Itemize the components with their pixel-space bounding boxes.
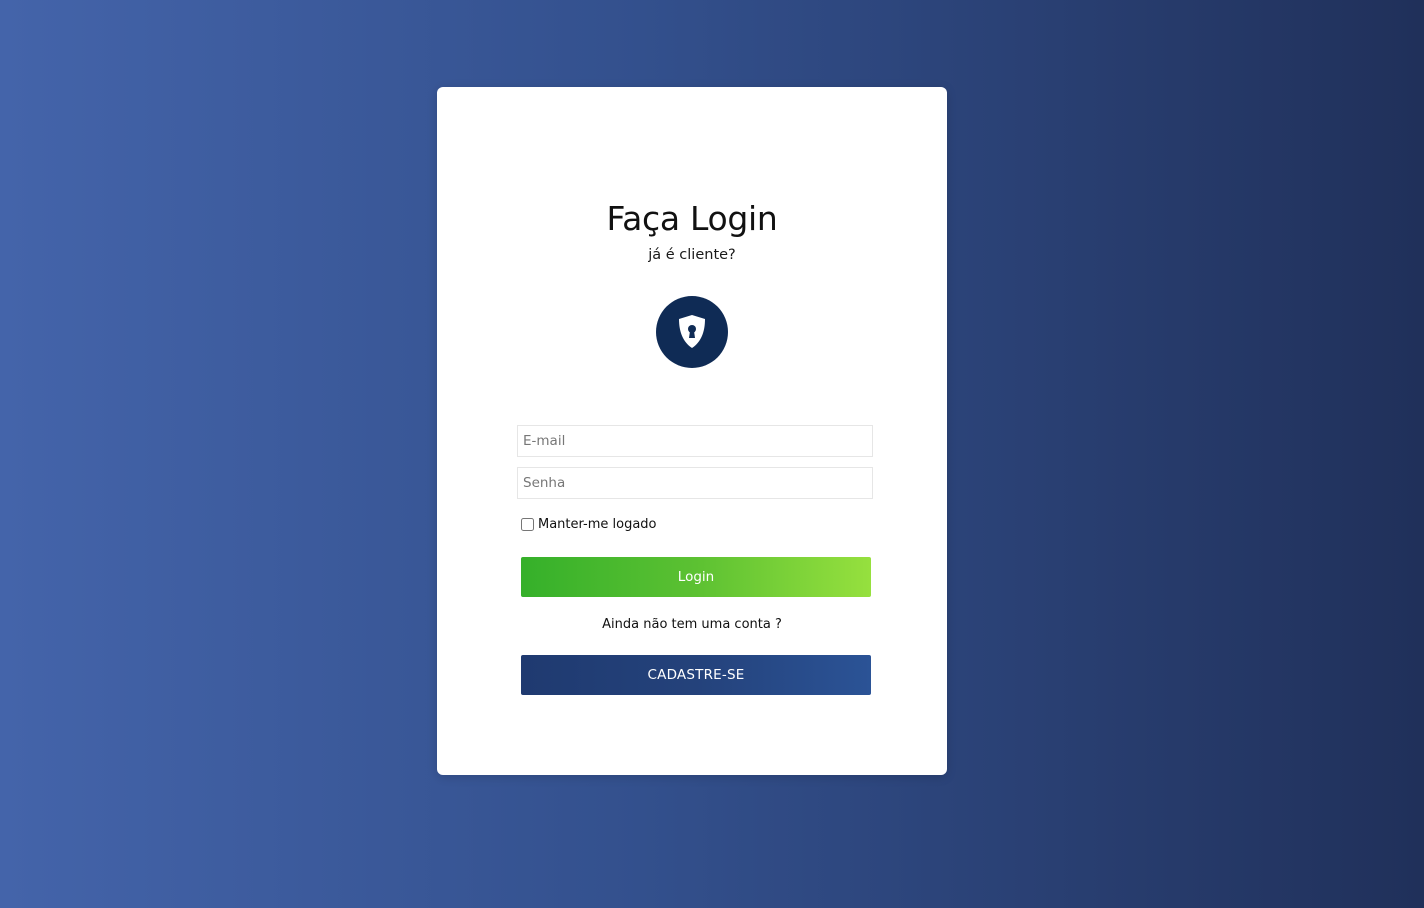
email-field[interactable]	[517, 425, 873, 457]
remember-me-checkbox[interactable]	[521, 518, 534, 531]
remember-me-label: Manter-me logado	[538, 517, 657, 532]
no-account-text: Ainda não tem uma conta ?	[602, 617, 782, 632]
shield-icon-graphic	[679, 315, 705, 348]
page-title: Faça Login	[606, 199, 778, 238]
remember-me[interactable]: Manter-me logado	[521, 517, 657, 532]
login-button[interactable]: Login	[521, 557, 871, 597]
shield-keyhole-icon	[656, 296, 728, 368]
login-card: Faça Login já é cliente? Manter-me logad…	[437, 87, 947, 775]
register-button[interactable]: CADASTRE-SE	[521, 655, 871, 695]
password-field[interactable]	[517, 467, 873, 499]
page-subtitle: já é cliente?	[648, 247, 736, 263]
